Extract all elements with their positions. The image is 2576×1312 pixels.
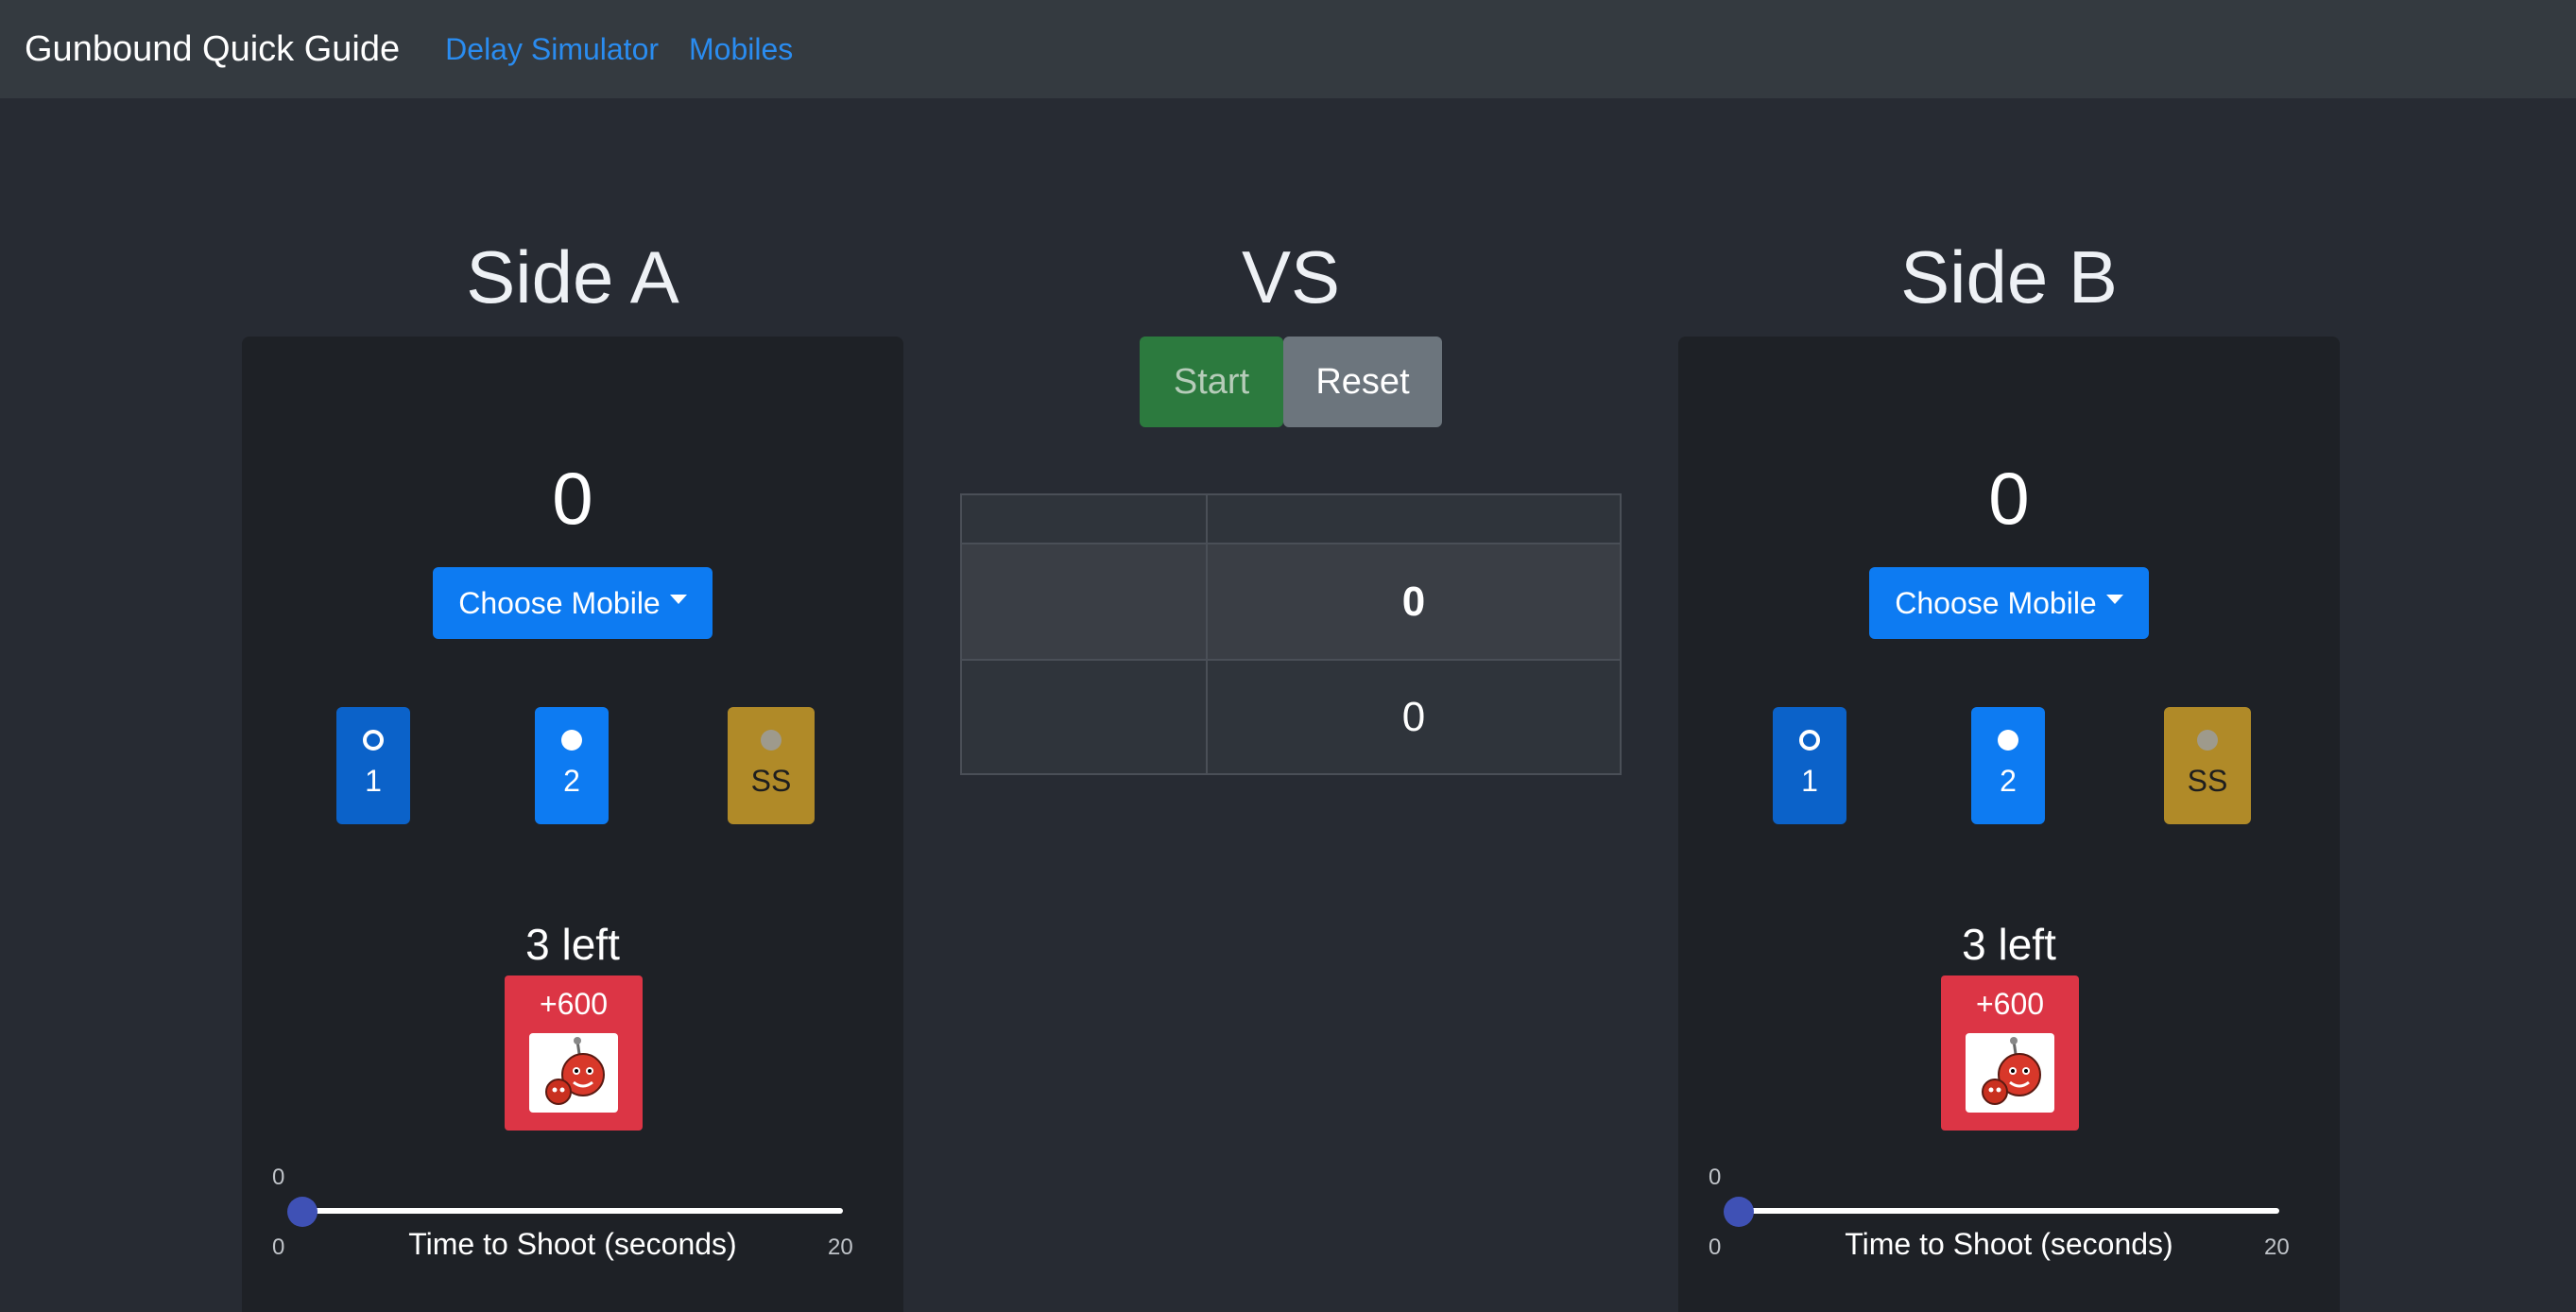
start-button[interactable]: Start (1140, 337, 1283, 427)
side-a-choose-mobile-button[interactable]: Choose Mobile (433, 567, 713, 639)
table-cell: 0 (1206, 543, 1622, 662)
side-a-score: 0 (552, 457, 593, 540)
slot-label: SS (2187, 764, 2228, 798)
radio-selected-icon[interactable] (561, 730, 582, 751)
caret-down-icon (2105, 595, 2123, 604)
side-a-time-slider-track[interactable] (301, 1208, 843, 1214)
side-b-panel: 0 Choose Mobile 1 2 SS 3 left +600 0 0 2… (1678, 337, 2340, 1312)
side-a-panel: 0 Choose Mobile 1 2 SS 3 left +600 0 0 2… (242, 337, 903, 1312)
side-b-items-left: 3 left (1962, 920, 2056, 969)
vs-title: VS (1241, 235, 1341, 319)
table-row: 0 (960, 543, 1622, 662)
radio-icon[interactable] (1799, 730, 1820, 751)
side-a-slot-1[interactable]: 1 (336, 707, 410, 824)
side-a-slot-ss[interactable]: SS (728, 707, 815, 824)
slot-label: 2 (563, 764, 580, 798)
table-cell (960, 659, 1208, 775)
choose-mobile-label: Choose Mobile (458, 585, 661, 620)
score-table: 0 0 (960, 492, 1622, 775)
radio-icon[interactable] (2197, 730, 2218, 751)
side-b-time-slider-thumb[interactable] (1724, 1197, 1754, 1227)
nav-link-delay-simulator[interactable]: Delay Simulator (445, 32, 659, 67)
brand-title[interactable]: Gunbound Quick Guide (25, 29, 400, 70)
side-b-item-card[interactable]: +600 (1941, 975, 2079, 1131)
side-b-slider-label: Time to Shoot (seconds) (1845, 1227, 2173, 1261)
side-b-title: Side B (1900, 235, 2118, 319)
table-cell (960, 543, 1208, 662)
side-a-slider-label: Time to Shoot (seconds) (408, 1227, 737, 1261)
choose-mobile-label: Choose Mobile (1895, 585, 2097, 620)
table-cell: 0 (1206, 659, 1622, 775)
table-header-row (960, 492, 1622, 545)
table-header-cell (960, 492, 1208, 545)
side-a-title: Side A (466, 235, 679, 319)
side-a-items-left: 3 left (525, 920, 620, 969)
caret-down-icon (669, 595, 687, 604)
red-bomb-creature-icon (1966, 1033, 2054, 1113)
item-value: +600 (539, 987, 609, 1021)
radio-icon[interactable] (761, 730, 781, 751)
slot-label: 2 (2000, 764, 2017, 798)
radio-icon[interactable] (363, 730, 384, 751)
nav-link-mobiles[interactable]: Mobiles (689, 32, 793, 67)
slot-label: 1 (365, 764, 382, 798)
side-a-time-slider-thumb[interactable] (287, 1197, 318, 1227)
side-b-choose-mobile-button[interactable]: Choose Mobile (1869, 567, 2149, 639)
slot-label: SS (750, 764, 792, 798)
red-bomb-creature-icon (529, 1033, 618, 1113)
slot-label: 1 (1801, 764, 1818, 798)
side-b-slot-1[interactable]: 1 (1773, 707, 1846, 824)
side-a-item-card[interactable]: +600 (505, 975, 643, 1131)
side-a-slot-2[interactable]: 2 (535, 707, 609, 824)
table-header-cell (1206, 492, 1622, 545)
reset-button[interactable]: Reset (1283, 337, 1442, 427)
item-value: +600 (1975, 987, 2045, 1021)
side-b-score: 0 (1988, 457, 2030, 540)
slider-value: 0 (1709, 1165, 1722, 1190)
slider-value: 0 (272, 1165, 285, 1190)
table-row: 0 (960, 659, 1622, 775)
side-b-slot-ss[interactable]: SS (2164, 707, 2251, 824)
radio-selected-icon[interactable] (1998, 730, 2018, 751)
side-b-slot-2[interactable]: 2 (1971, 707, 2045, 824)
side-b-time-slider-track[interactable] (1737, 1208, 2279, 1214)
navbar: Gunbound Quick Guide Delay Simulator Mob… (0, 0, 2576, 98)
